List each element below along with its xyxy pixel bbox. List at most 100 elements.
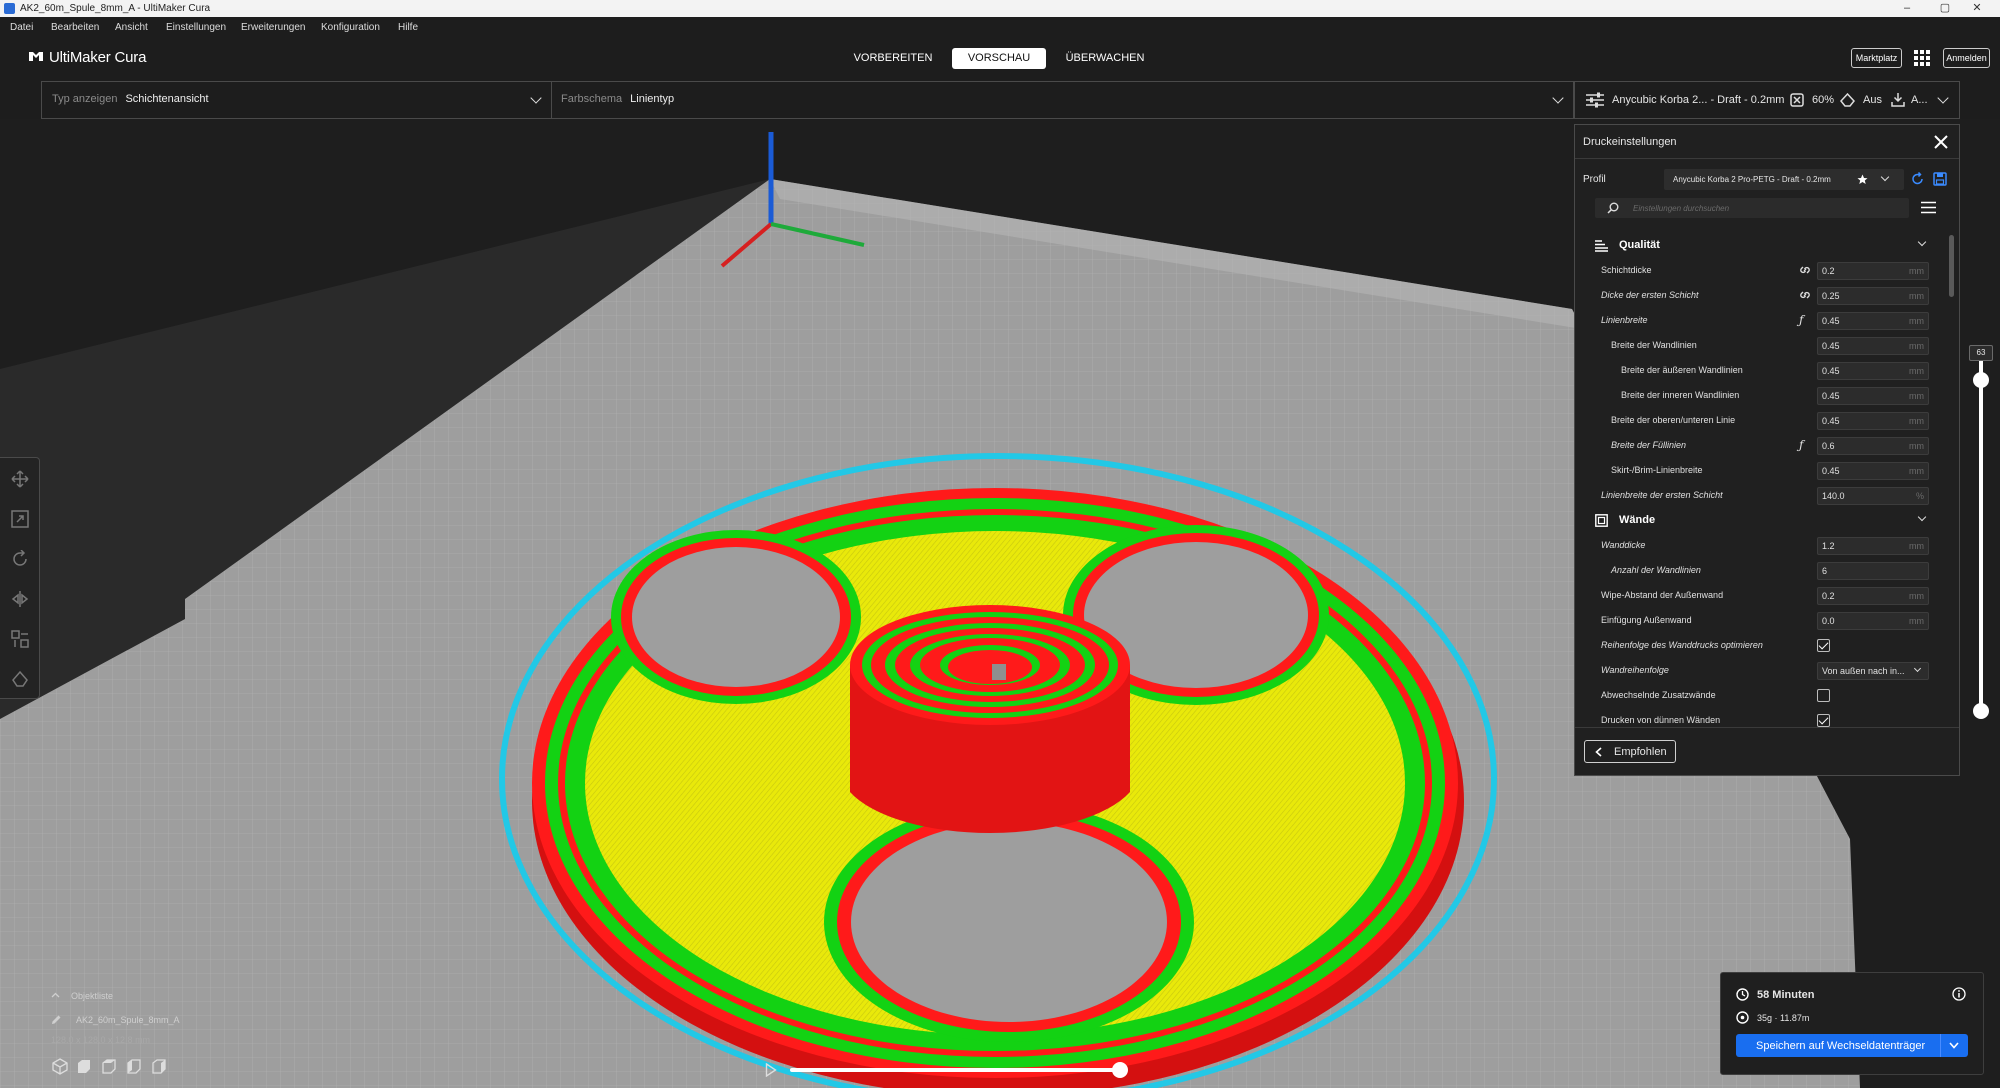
- category-walls[interactable]: Wände: [1575, 508, 1959, 533]
- menu-ansicht[interactable]: Ansicht: [115, 22, 148, 33]
- stage-prepare[interactable]: VORBEREITEN: [848, 48, 938, 69]
- move-tool-icon[interactable]: [11, 470, 29, 488]
- setting-input[interactable]: 140.0%: [1817, 487, 1929, 505]
- setting-input[interactable]: 0.2 mm: [1817, 587, 1929, 605]
- print-time: 58 Minuten: [1757, 989, 1815, 1001]
- color-scheme-selector[interactable]: Farbschema Linientyp: [561, 93, 674, 105]
- setting-input[interactable]: 0.45 mm: [1817, 362, 1929, 380]
- setting-unit: mm: [1909, 266, 1924, 276]
- favorite-star-icon[interactable]: [1857, 174, 1868, 185]
- signin-button[interactable]: Anmelden: [1943, 48, 1990, 68]
- info-icon[interactable]: [1952, 987, 1966, 1001]
- stage-preview[interactable]: VORSCHAU: [952, 48, 1046, 69]
- setting-input[interactable]: 0.25 mm: [1817, 287, 1929, 305]
- setting-input[interactable]: 0.45 mm: [1817, 387, 1929, 405]
- object-list-title[interactable]: Objektliste: [71, 991, 113, 1001]
- function-icon[interactable]: ƒ: [1799, 438, 1803, 452]
- color-scheme-chevron-icon[interactable]: [1552, 92, 1564, 104]
- setting-input[interactable]: 6: [1817, 562, 1929, 580]
- category-quality-chevron-icon[interactable]: [1917, 237, 1927, 247]
- quality-icon: [1595, 240, 1608, 252]
- optimize-wall-order-checkbox[interactable]: [1817, 639, 1830, 652]
- setting-row-line-width: Linienbreite ƒ 0.45 mm: [1575, 308, 1959, 333]
- print-setup-selector[interactable]: Anycubic Korba 2... - Draft - 0.2mm 60% …: [1574, 81, 1960, 119]
- settings-search-input[interactable]: Einstellungen durchsuchen: [1595, 198, 1909, 218]
- close-panel-icon[interactable]: [1934, 135, 1948, 149]
- menu-datei[interactable]: Datei: [10, 22, 33, 33]
- cura-app-icon: [4, 3, 15, 14]
- mirror-tool-icon[interactable]: [11, 590, 29, 608]
- function-icon[interactable]: ƒ: [1799, 313, 1803, 327]
- support-blocker-icon[interactable]: [11, 670, 29, 688]
- chevron-up-icon[interactable]: [51, 992, 60, 998]
- stage-monitor[interactable]: ÜBERWACHEN: [1060, 48, 1150, 69]
- wall-ordering-chevron-icon: [1913, 664, 1922, 673]
- view-type-label: Typ anzeigen: [52, 93, 118, 105]
- save-profile-icon[interactable]: [1933, 172, 1947, 186]
- menu-erweiterungen[interactable]: Erweiterungen: [241, 22, 305, 33]
- setting-input[interactable]: 0.0 mm: [1817, 612, 1929, 630]
- setting-input[interactable]: 0.45 mm: [1817, 412, 1929, 430]
- menu-konfiguration[interactable]: Konfiguration: [321, 22, 380, 33]
- marketplace-button[interactable]: Marktplatz: [1851, 48, 1902, 68]
- setting-label: Wandreihenfolge: [1601, 665, 1669, 675]
- setting-input[interactable]: 0.45 mm: [1817, 462, 1929, 480]
- window-title: AK2_60m_Spule_8mm_A - UltiMaker Cura: [20, 3, 211, 14]
- category-walls-chevron-icon[interactable]: [1917, 512, 1927, 522]
- setting-input[interactable]: 0.45 mm: [1817, 337, 1929, 355]
- save-options-chevron-icon[interactable]: [1949, 1042, 1959, 1049]
- per-model-settings-icon[interactable]: [11, 630, 29, 648]
- app-header: UltiMaker Cura VORBEREITEN VORSCHAU ÜBER…: [0, 37, 2000, 77]
- category-quality[interactable]: Qualität: [1575, 233, 1959, 258]
- setting-unit: mm: [1909, 291, 1924, 301]
- settings-menu-icon[interactable]: [1921, 201, 1936, 214]
- view-top-icon[interactable]: [102, 1059, 116, 1074]
- menu-einstellungen[interactable]: Einstellungen: [166, 22, 226, 33]
- view-type-chevron-icon[interactable]: [530, 92, 542, 104]
- play-icon[interactable]: [765, 1063, 777, 1077]
- scale-tool-icon[interactable]: [11, 510, 29, 528]
- recommended-button[interactable]: Empfohlen: [1584, 740, 1676, 763]
- close-window-button[interactable]: ✕: [1954, 0, 2000, 17]
- print-setup-chevron-icon[interactable]: [1937, 92, 1949, 104]
- layer-number-label[interactable]: 63: [1969, 345, 1993, 361]
- alternate-extra-wall-checkbox[interactable]: [1817, 689, 1830, 702]
- link-icon[interactable]: [1798, 263, 1812, 277]
- menu-bar: Datei Bearbeiten Ansicht Einstellungen E…: [0, 17, 2000, 37]
- object-name[interactable]: AK2_60m_Spule_8mm_A: [76, 1015, 180, 1025]
- setting-input[interactable]: 0.45 mm: [1817, 312, 1929, 330]
- playback-handle[interactable]: [1112, 1062, 1128, 1078]
- view-front-icon[interactable]: [77, 1059, 91, 1074]
- playback-track[interactable]: [790, 1068, 1122, 1072]
- view-type-selector[interactable]: Typ anzeigen Schichtenansicht: [52, 93, 209, 105]
- profile-dropdown[interactable]: Anycubic Korba 2 Pro-PETG - Draft - 0.2m…: [1664, 169, 1904, 190]
- setting-value: 0.45: [1822, 366, 1840, 376]
- view-right-icon[interactable]: [152, 1059, 166, 1074]
- setting-input[interactable]: 1.2 mm: [1817, 537, 1929, 555]
- print-thin-walls-checkbox[interactable]: [1817, 714, 1830, 727]
- layer-slider-track[interactable]: [1974, 352, 1988, 717]
- layer-slider[interactable]: 63: [1969, 345, 1993, 719]
- link-icon[interactable]: [1798, 288, 1812, 302]
- setting-input[interactable]: 0.6 mm: [1817, 437, 1929, 455]
- setting-value: 0.45: [1822, 391, 1840, 401]
- apps-grid-icon[interactable]: [1914, 50, 1930, 66]
- reset-profile-icon[interactable]: [1911, 172, 1925, 186]
- setting-label: Breite der oberen/unteren Linie: [1611, 415, 1736, 425]
- wall-ordering-dropdown[interactable]: Von außen nach in...: [1817, 662, 1929, 680]
- setting-label: Wipe-Abstand der Außenwand: [1601, 590, 1724, 600]
- view-3d-icon[interactable]: [52, 1058, 68, 1075]
- layer-slider-top-handle[interactable]: [1973, 372, 1989, 388]
- view-left-icon[interactable]: [127, 1059, 141, 1074]
- setting-label: Breite der Füllinien: [1611, 440, 1687, 450]
- edit-pencil-icon[interactable]: [51, 1014, 62, 1025]
- profile-summary: Anycubic Korba 2... - Draft - 0.2mm: [1612, 94, 1785, 106]
- menu-bearbeiten[interactable]: Bearbeiten: [51, 22, 99, 33]
- save-to-removable-drive-button[interactable]: Speichern auf Wechseldatenträger: [1736, 1034, 1968, 1057]
- rotate-tool-icon[interactable]: [11, 550, 29, 568]
- profile-chevron-icon[interactable]: [1880, 172, 1890, 182]
- layer-slider-bottom-handle[interactable]: [1973, 703, 1989, 719]
- material-spool-icon: [1736, 1011, 1749, 1024]
- menu-hilfe[interactable]: Hilfe: [398, 22, 418, 33]
- setting-input[interactable]: 0.2 mm: [1817, 262, 1929, 280]
